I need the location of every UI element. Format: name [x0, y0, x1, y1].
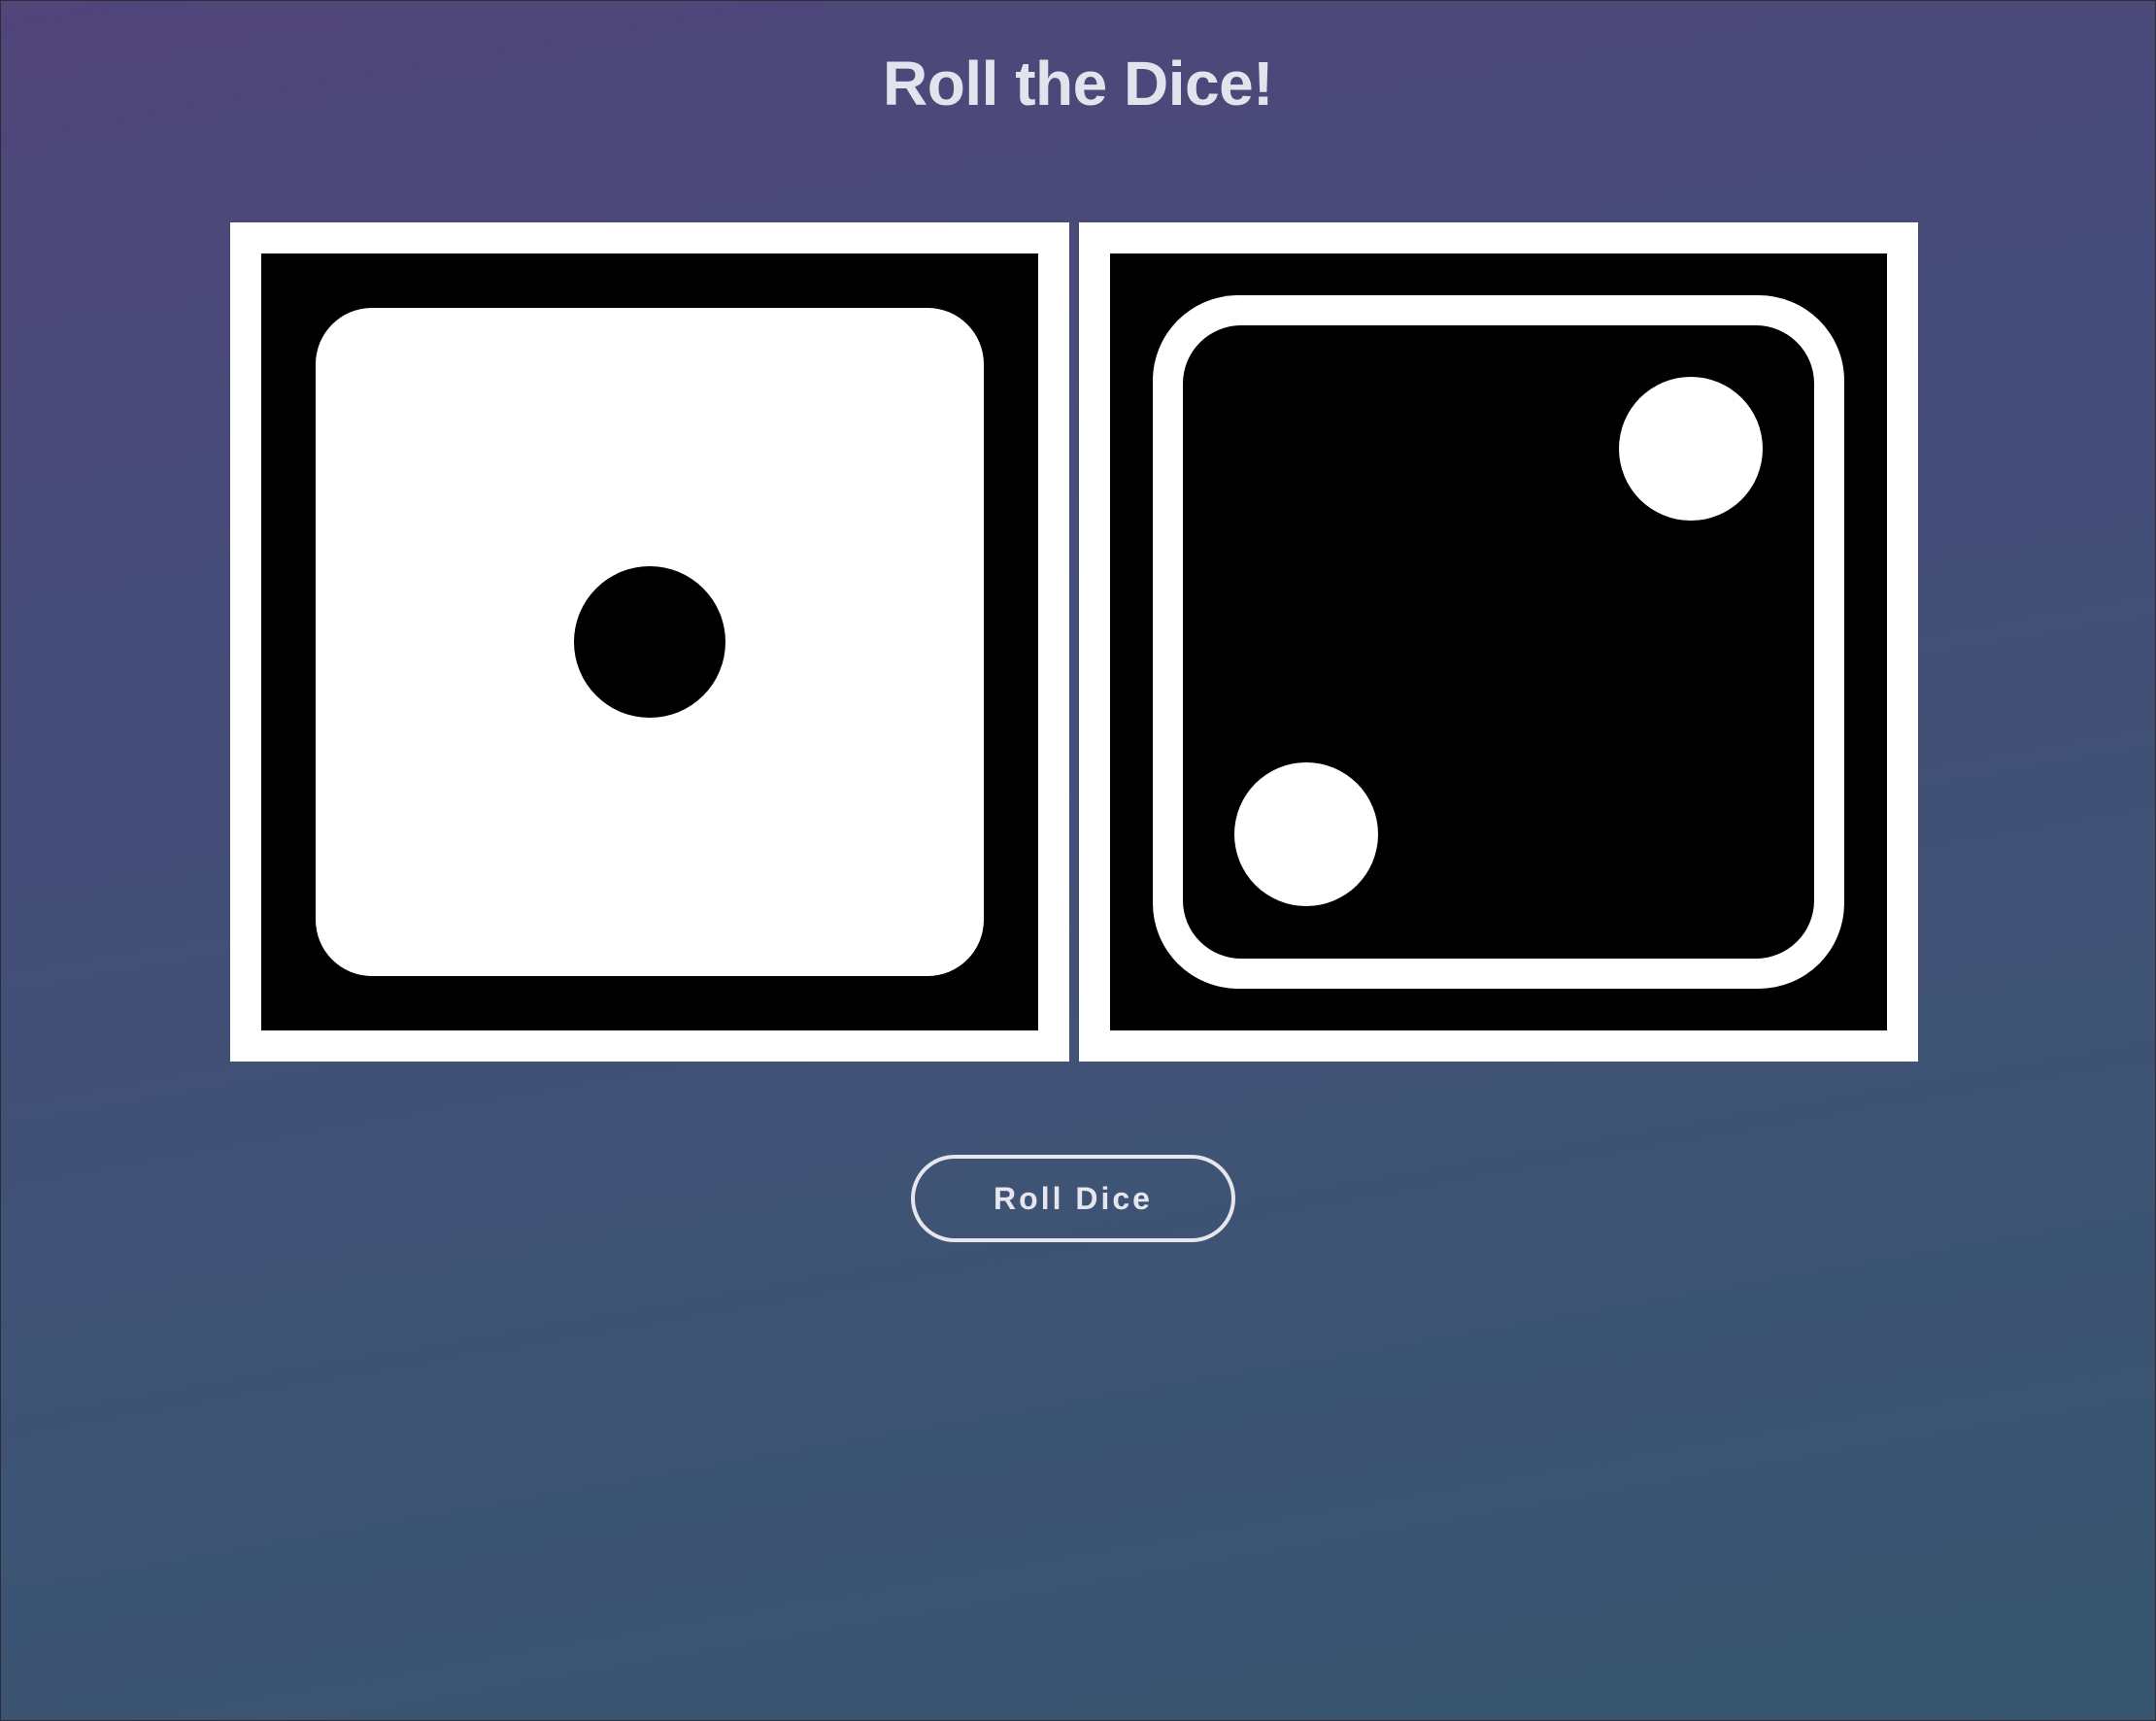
roll-dice-button[interactable]: Roll Dice [911, 1155, 1235, 1242]
die-two [1079, 222, 1918, 1062]
page-title: Roll the Dice! [883, 49, 1273, 118]
die-two-pip-top-right [1619, 377, 1763, 521]
die-two-pip-bottom-left [1234, 762, 1378, 906]
dice-face-two-icon [1110, 253, 1887, 1030]
die-one-pip-center [574, 566, 725, 718]
dice-face-one-icon [261, 253, 1038, 1030]
die-one [230, 222, 1069, 1062]
